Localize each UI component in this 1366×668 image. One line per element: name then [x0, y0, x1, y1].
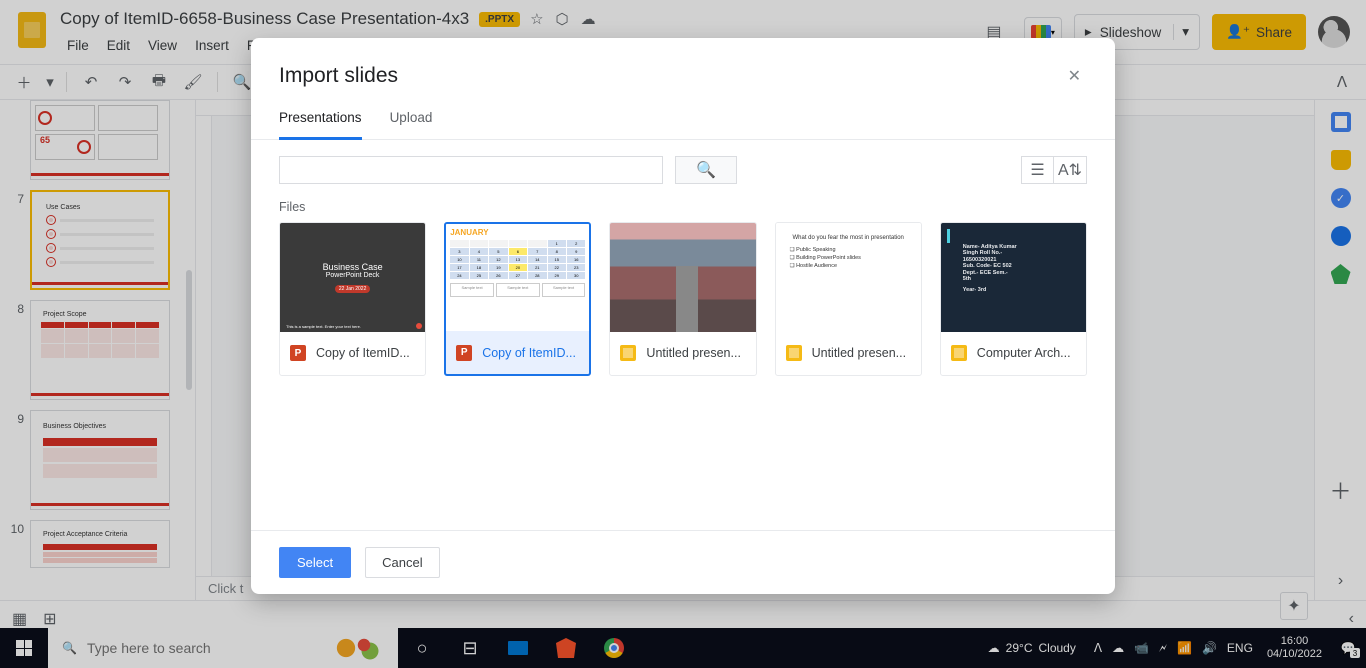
file-name: Copy of ItemID...: [482, 346, 576, 360]
tab-presentations[interactable]: Presentations: [279, 110, 362, 140]
view-toggle: ☰ A⇅: [1021, 156, 1087, 184]
tab-upload[interactable]: Upload: [390, 110, 433, 139]
file-card-4[interactable]: What do you fear the most in presentatio…: [775, 222, 922, 376]
files-grid: Business Case PowerPoint Deck 22 Jan 202…: [251, 222, 1115, 530]
file-preview: JANUARY 12 3456789 10111213141516 171819…: [446, 224, 589, 331]
file-name: Computer Arch...: [977, 346, 1071, 360]
file-preview: Name- Aditya Kumar Singh Roll No.- 16500…: [941, 223, 1086, 332]
search-input[interactable]: [279, 156, 663, 184]
slides-icon: [951, 345, 967, 361]
sort-icon[interactable]: A⇅: [1054, 157, 1086, 183]
search-button[interactable]: 🔍: [675, 156, 737, 184]
file-card-5[interactable]: Name- Aditya Kumar Singh Roll No.- 16500…: [940, 222, 1087, 376]
list-view-icon[interactable]: ☰: [1022, 157, 1054, 183]
dialog-title: Import slides: [279, 64, 1062, 88]
file-name: Untitled presen...: [646, 346, 741, 360]
file-name: Copy of ItemID...: [316, 346, 410, 360]
import-slides-dialog: Import slides ✕ Presentations Upload 🔍 ☰…: [251, 38, 1115, 594]
search-icon: 🔍: [696, 160, 716, 180]
file-preview: Business Case PowerPoint Deck 22 Jan 202…: [280, 223, 425, 332]
pptx-icon: [456, 345, 472, 361]
close-icon[interactable]: ✕: [1062, 60, 1087, 92]
select-button[interactable]: Select: [279, 547, 351, 578]
file-card-2[interactable]: JANUARY 12 3456789 10111213141516 171819…: [444, 222, 591, 376]
file-card-1[interactable]: Business Case PowerPoint Deck 22 Jan 202…: [279, 222, 426, 376]
files-label: Files: [251, 200, 1115, 222]
modal-overlay: Import slides ✕ Presentations Upload 🔍 ☰…: [0, 0, 1366, 668]
file-card-3[interactable]: Untitled presen...: [609, 222, 756, 376]
pptx-icon: [290, 345, 306, 361]
slides-icon: [786, 345, 802, 361]
file-name: Untitled presen...: [812, 346, 907, 360]
file-preview: What do you fear the most in presentatio…: [776, 223, 921, 332]
slides-icon: [620, 345, 636, 361]
file-preview: [610, 223, 755, 332]
cancel-button[interactable]: Cancel: [365, 547, 439, 578]
dialog-tabs: Presentations Upload: [251, 92, 1115, 140]
